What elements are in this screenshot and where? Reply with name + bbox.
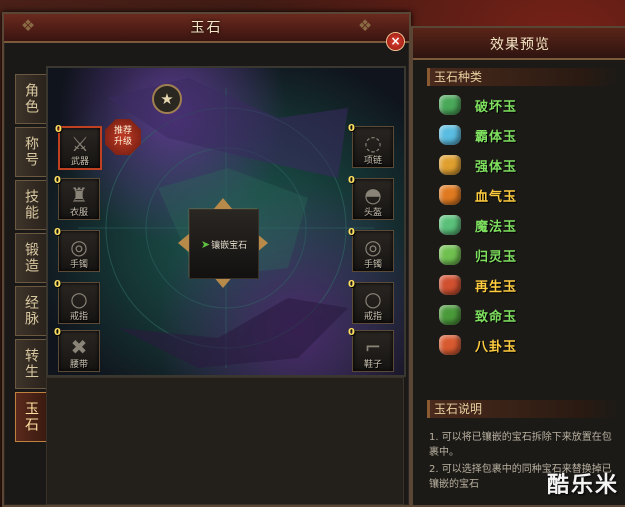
close-button[interactable]: × (386, 32, 405, 51)
sword-icon: ⚔ (71, 132, 89, 156)
site-watermark: 酷乐米 (546, 473, 619, 498)
tab-rebirth[interactable]: 转生 (15, 339, 46, 389)
gem-row-0[interactable]: 破坏玉 (439, 90, 517, 120)
gem-icon (439, 185, 461, 205)
bottom-panel (46, 377, 404, 505)
slot-helmet[interactable]: 0 ◓ 头盔 (348, 175, 394, 220)
ring-icon: ○ (364, 287, 382, 311)
star-badge-icon[interactable]: ★ (152, 84, 182, 114)
gem-icon (439, 215, 461, 235)
gem-row-5[interactable]: 归灵玉 (439, 240, 517, 270)
slot-count: 0 (348, 327, 355, 338)
slot-label: 手镯 (363, 260, 382, 270)
tab-character[interactable]: 角色 (15, 74, 46, 124)
slot-armor[interactable]: 0 ♜ 衣服 (54, 175, 100, 220)
slot-count: 0 (54, 279, 61, 290)
slot-count: 0 (348, 175, 355, 186)
gem-window: ❖ ❖ 玉石 × 角色 称号 技能 锻造 经脉 转生 玉石 ★ 0 ⚔ 武器 0… (2, 12, 411, 507)
slot-label: 戒指 (69, 312, 88, 322)
gem-name: 归灵玉 (475, 249, 518, 265)
gem-row-2[interactable]: 强体玉 (439, 150, 517, 180)
slot-ring-left[interactable]: 0 ○ 戒指 (54, 279, 100, 324)
gem-type-list: 破坏玉 霸体玉 强体玉 血气玉 魔法玉 归灵玉 再生玉 致命玉 八卦玉 (439, 90, 517, 360)
gem-name: 强体玉 (475, 159, 518, 175)
socket-inner[interactable]: ➤ 镶嵌宝石 (189, 209, 259, 279)
tab-skills[interactable]: 技能 (15, 180, 46, 230)
necklace-icon: ◌ (364, 131, 382, 155)
slot-label: 戒指 (363, 312, 382, 322)
gem-window-title-bar[interactable]: ❖ ❖ 玉石 (4, 14, 409, 43)
boots-icon: ⌐ (364, 335, 382, 359)
gem-row-7[interactable]: 致命玉 (439, 300, 517, 330)
ring-icon: ○ (70, 287, 88, 311)
effect-preview-window: 效果预览 玉石种类 破坏玉 霸体玉 强体玉 血气玉 魔法玉 归灵玉 再生玉 致命… (411, 26, 625, 507)
gem-row-6[interactable]: 再生玉 (439, 270, 517, 300)
recommend-line1: 推荐 (113, 126, 132, 136)
inlay-gem-label: 镶嵌宝石 (211, 240, 248, 251)
side-tabs: 角色 称号 技能 锻造 经脉 转生 玉石 (15, 74, 46, 445)
helmet-icon: ◓ (364, 183, 382, 207)
gem-window-title: 玉石 (190, 20, 223, 36)
gem-icon (439, 275, 461, 295)
gem-icon (439, 245, 461, 265)
belt-icon: ✖ (70, 335, 88, 359)
slot-necklace[interactable]: 0 ◌ 项链 (348, 123, 394, 168)
gem-icon (439, 95, 461, 115)
equipment-board: ★ 0 ⚔ 武器 0 ♜ 衣服 0 ◎ 手镯 0 ○ 戒指 0 ✖ 腰带 推荐 (46, 66, 406, 377)
slot-ring-right[interactable]: 0 ○ 戒指 (348, 279, 394, 324)
slot-weapon[interactable]: 0 ⚔ 武器 (55, 124, 102, 170)
gem-row-3[interactable]: 血气玉 (439, 180, 517, 210)
gem-name: 破坏玉 (475, 99, 518, 115)
tab-forge[interactable]: 锻造 (15, 233, 46, 283)
gem-icon (439, 335, 461, 355)
gem-icon (439, 305, 461, 325)
gem-row-4[interactable]: 魔法玉 (439, 210, 517, 240)
gem-name: 魔法玉 (475, 219, 518, 235)
slot-label: 项链 (363, 156, 382, 166)
gem-row-1[interactable]: 霸体玉 (439, 120, 517, 150)
description-line: 1. 可以将已镶嵌的宝石拆除下来放置在包裹中。 (429, 432, 612, 458)
recommend-line2: 升级 (113, 137, 132, 147)
slot-label: 腰带 (69, 360, 88, 370)
slot-label: 衣服 (69, 208, 88, 218)
inlay-gem-socket[interactable]: ➤ 镶嵌宝石 (178, 198, 268, 288)
slot-count: 0 (54, 175, 61, 186)
effect-preview-title-bar[interactable]: 效果预览 (413, 28, 625, 60)
slot-boots[interactable]: 0 ⌐ 鞋子 (348, 327, 394, 372)
gem-name: 霸体玉 (475, 129, 518, 145)
armor-icon: ♜ (70, 183, 88, 207)
gem-icon (439, 125, 461, 145)
slot-count: 0 (54, 327, 61, 338)
gem-types-heading: 玉石种类 (427, 68, 618, 86)
slot-count: 0 (348, 227, 355, 238)
effect-preview-title: 效果预览 (490, 37, 550, 53)
slot-label: 手镯 (69, 260, 88, 270)
slot-count: 0 (54, 227, 61, 238)
slot-label: 头盔 (363, 208, 382, 218)
slot-bracelet-left[interactable]: 0 ◎ 手镯 (54, 227, 100, 272)
slot-label: 武器 (70, 157, 89, 167)
gem-name: 再生玉 (475, 279, 518, 295)
slot-count: 0 (348, 279, 355, 290)
bracelet-icon: ◎ (364, 235, 382, 259)
tab-meridian[interactable]: 经脉 (15, 286, 46, 336)
tab-title[interactable]: 称号 (15, 127, 46, 177)
gem-name: 致命玉 (475, 309, 518, 325)
slot-count: 0 (348, 123, 355, 134)
slot-bracelet-right[interactable]: 0 ◎ 手镯 (348, 227, 394, 272)
gem-name: 八卦玉 (475, 339, 518, 355)
slot-label: 鞋子 (363, 360, 382, 370)
tab-gem[interactable]: 玉石 (15, 392, 46, 442)
gem-description-heading: 玉石说明 (427, 400, 618, 418)
cursor-arrow-icon: ➤ (200, 237, 211, 251)
gem-icon (439, 155, 461, 175)
gem-name: 血气玉 (475, 189, 518, 205)
gem-row-8[interactable]: 八卦玉 (439, 330, 517, 360)
slot-belt[interactable]: 0 ✖ 腰带 (54, 327, 100, 372)
bracelet-icon: ◎ (70, 235, 88, 259)
slot-count: 0 (55, 124, 62, 135)
